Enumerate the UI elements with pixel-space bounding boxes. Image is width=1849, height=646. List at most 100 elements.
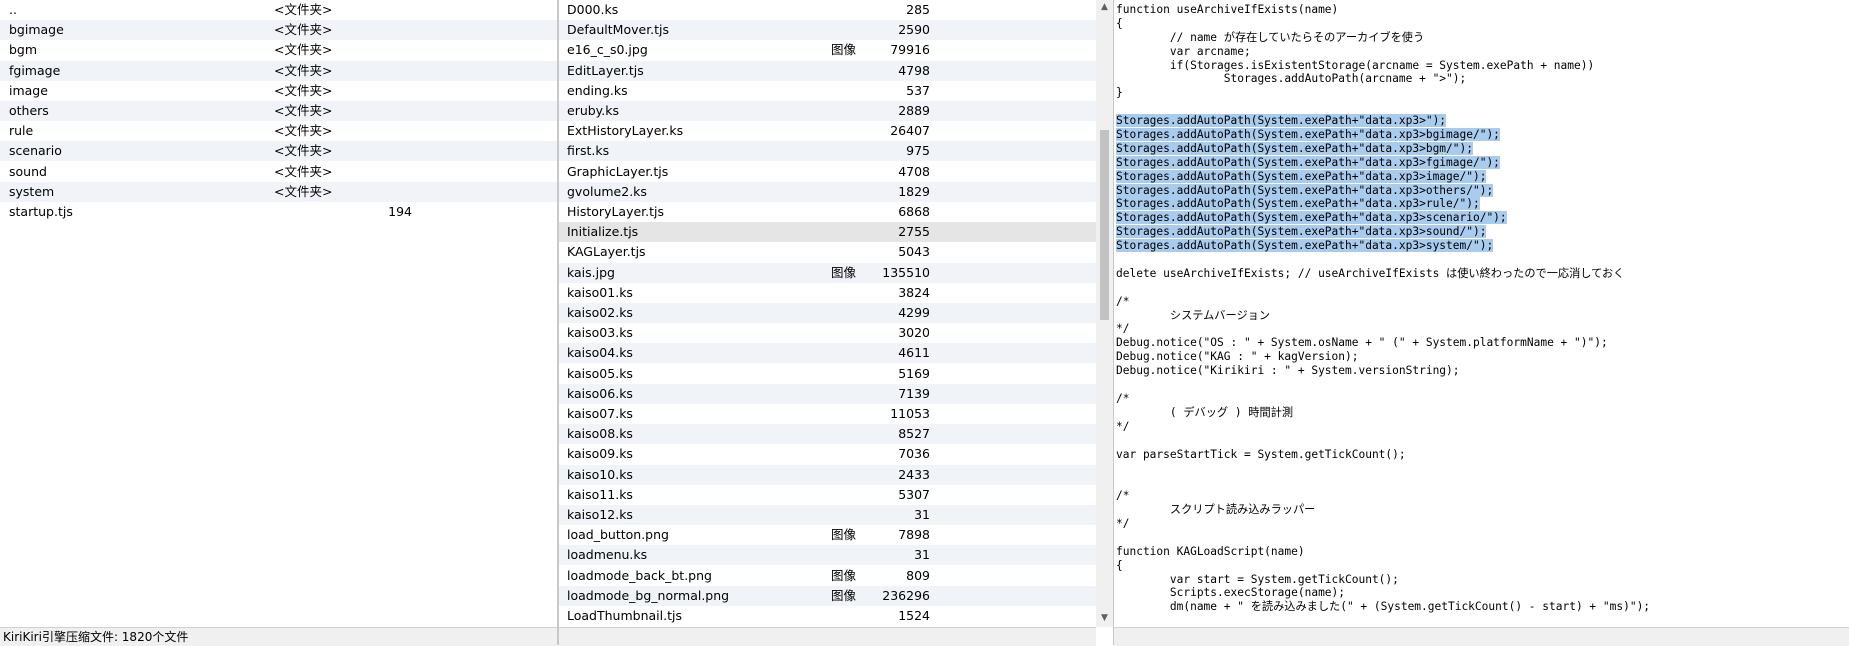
list-item[interactable]: others <文件夹> bbox=[0, 101, 557, 121]
list-item-name: HistoryLayer.tjs bbox=[567, 204, 665, 219]
list-item[interactable]: e16_c_s0.jpg 图像 79916 bbox=[559, 40, 1096, 60]
folder-list-pane: .. <文件夹> bgimage <文件夹> bgm <文件夹> fgimage <文件夹> i… bbox=[0, 0, 557, 627]
list-item-name: kaiso09.ks bbox=[567, 446, 633, 462]
list-item[interactable]: Initialize.tjs 2755 bbox=[559, 222, 1096, 243]
list-item-name: GraphicLayer.tjs bbox=[567, 163, 669, 179]
list-item-size: 5043 bbox=[898, 244, 930, 260]
list-item-name: ending.ks bbox=[567, 82, 628, 98]
list-item-size: 7898 bbox=[898, 527, 930, 543]
list-item[interactable]: kaiso07.ks 11053 bbox=[559, 404, 1096, 424]
code-line: システムバージョン bbox=[1116, 309, 1650, 323]
list-item[interactable]: kaiso01.ks 3824 bbox=[559, 283, 1096, 303]
list-item[interactable]: kaiso08.ks 8527 bbox=[559, 424, 1096, 445]
list-item[interactable]: bgm <文件夹> bbox=[0, 40, 557, 60]
list-item[interactable]: kaiso02.ks 4299 bbox=[559, 303, 1096, 323]
code-line: ( デバッグ ) 時間計測 bbox=[1116, 406, 1650, 420]
list-item[interactable]: KAGLayer.tjs 5043 bbox=[559, 242, 1096, 262]
list-item[interactable]: ExtHistoryLayer.ks 26407 bbox=[559, 121, 1096, 141]
code-text[interactable]: function useArchiveIfExists(name){ // na… bbox=[1116, 3, 1650, 614]
list-item[interactable]: rule <文件夹> bbox=[0, 121, 557, 141]
code-line-text: // name が存在していたらそのアーカイブを使う bbox=[1116, 30, 1425, 44]
list-item[interactable]: load_button.png 图像 7898 bbox=[559, 525, 1096, 545]
code-line: Scripts.execStorage(name); bbox=[1116, 586, 1650, 600]
code-line-text: } bbox=[1116, 86, 1123, 100]
list-item[interactable]: kaiso06.ks 7139 bbox=[559, 383, 1096, 404]
list-item[interactable]: kais.jpg 图像 135510 bbox=[559, 262, 1096, 283]
list-item[interactable]: kaiso11.ks 5307 bbox=[559, 485, 1096, 505]
code-line: Storages.addAutoPath(System.exePath+"dat… bbox=[1116, 141, 1650, 156]
list-item[interactable]: scenario <文件夹> bbox=[0, 141, 557, 162]
list-item-type: <文件夹> bbox=[274, 42, 333, 58]
code-line: /* bbox=[1116, 392, 1650, 406]
code-line-text: */ bbox=[1116, 516, 1130, 530]
list-item[interactable]: LoadThumbnail.tjs 1524 bbox=[559, 606, 1096, 626]
scroll-up-arrow-icon[interactable]: ▲ bbox=[1100, 2, 1109, 12]
list-item-size: 7036 bbox=[898, 446, 930, 462]
list-item[interactable]: eruby.ks 2889 bbox=[559, 101, 1096, 121]
list-item[interactable]: kaiso05.ks 5169 bbox=[559, 364, 1096, 384]
list-item-name: KAGLayer.tjs bbox=[567, 244, 646, 260]
list-item-type: <文件夹> bbox=[274, 183, 333, 199]
list-item[interactable]: D000.ks 285 bbox=[559, 0, 1096, 20]
list-item-type: <文件夹> bbox=[274, 143, 333, 159]
list-item[interactable]: sound <文件夹> bbox=[0, 162, 557, 182]
list-item-name: others bbox=[9, 103, 49, 118]
list-item[interactable]: loadmenu.ks 31 bbox=[559, 545, 1096, 566]
code-line: Storages.addAutoPath(System.exePath+"dat… bbox=[1116, 128, 1650, 142]
list-item-name: kais.jpg bbox=[567, 264, 615, 280]
list-item[interactable]: HistoryLayer.tjs 6868 bbox=[559, 202, 1096, 222]
code-line-text: Storages.addAutoPath(System.exePath+"dat… bbox=[1116, 169, 1487, 183]
status-middle bbox=[559, 627, 1096, 646]
code-line-text: Debug.notice("OS : " + System.osName + "… bbox=[1116, 336, 1608, 350]
list-item[interactable]: kaiso03.ks 3020 bbox=[559, 323, 1096, 343]
list-item-size: 6868 bbox=[898, 204, 930, 219]
code-line: Debug.notice("Kirikiri : " + System.vers… bbox=[1116, 364, 1650, 378]
scrollbar-thumb[interactable] bbox=[1100, 130, 1109, 320]
code-line-text: Scripts.execStorage(name); bbox=[1116, 586, 1346, 600]
list-item-name: e16_c_s0.jpg bbox=[567, 42, 648, 58]
list-item[interactable]: GraphicLayer.tjs 4708 bbox=[559, 162, 1096, 182]
code-preview-pane[interactable]: function useArchiveIfExists(name){ // na… bbox=[1114, 0, 1849, 627]
list-item[interactable]: first.ks 975 bbox=[559, 141, 1096, 162]
list-item[interactable]: kaiso12.ks 31 bbox=[559, 505, 1096, 525]
list-item[interactable]: kaiso10.ks 2433 bbox=[559, 464, 1096, 485]
list-item[interactable]: EditLayer.tjs 4798 bbox=[559, 60, 1096, 81]
list-item-name: kaiso10.ks bbox=[567, 466, 633, 482]
list-item[interactable]: gvolume2.ks 1829 bbox=[559, 181, 1096, 202]
code-line-text: Storages.addAutoPath(System.exePath+"dat… bbox=[1116, 211, 1507, 225]
list-item-name: image bbox=[9, 82, 48, 98]
list-item[interactable]: loadmode_back_bt.png 图像 809 bbox=[559, 566, 1096, 586]
code-line: var arcname; bbox=[1116, 45, 1650, 59]
list-item-name: bgm bbox=[9, 42, 38, 58]
code-line-text: システムバージョン bbox=[1116, 308, 1271, 322]
code-line: // name が存在していたらそのアーカイブを使う bbox=[1116, 31, 1650, 45]
scroll-down-arrow-icon[interactable]: ▼ bbox=[1100, 613, 1109, 623]
list-item[interactable]: kaiso09.ks 7036 bbox=[559, 444, 1096, 464]
list-item-size: 8527 bbox=[898, 426, 930, 442]
list-item[interactable]: .. <文件夹> bbox=[0, 0, 557, 20]
file-list-scrollbar[interactable]: ▲ ▼ bbox=[1096, 0, 1113, 627]
list-item-name: sound bbox=[9, 163, 47, 179]
list-item[interactable]: ending.ks 537 bbox=[559, 81, 1096, 101]
list-item[interactable]: DefaultMover.tjs 2590 bbox=[559, 20, 1096, 41]
code-line: Storages.addAutoPath(arcname + ">"); bbox=[1116, 72, 1650, 86]
list-item[interactable]: fgimage <文件夹> bbox=[0, 60, 557, 81]
list-item[interactable]: system <文件夹> bbox=[0, 181, 557, 202]
list-item[interactable]: image <文件夹> bbox=[0, 81, 557, 101]
list-item[interactable]: loadmode_bg_normal.png 图像 236296 bbox=[559, 585, 1096, 606]
list-item[interactable]: bgimage <文件夹> bbox=[0, 20, 557, 41]
code-line: if(Storages.isExistentStorage(arcname = … bbox=[1116, 59, 1650, 73]
code-line-text: Debug.notice("Kirikiri : " + System.vers… bbox=[1116, 364, 1460, 378]
code-line: /* bbox=[1116, 295, 1650, 309]
code-line-text: Debug.notice("KAG : " + kagVersion); bbox=[1116, 350, 1359, 364]
list-item[interactable]: startup.tjs 194 bbox=[0, 202, 557, 222]
code-line: var parseStartTick = System.getTickCount… bbox=[1116, 448, 1650, 462]
list-item-type: 图像 bbox=[831, 264, 857, 280]
code-line-text: /* bbox=[1116, 489, 1130, 503]
list-item-size: 975 bbox=[906, 143, 930, 159]
list-item[interactable]: kaiso04.ks 4611 bbox=[559, 343, 1096, 364]
